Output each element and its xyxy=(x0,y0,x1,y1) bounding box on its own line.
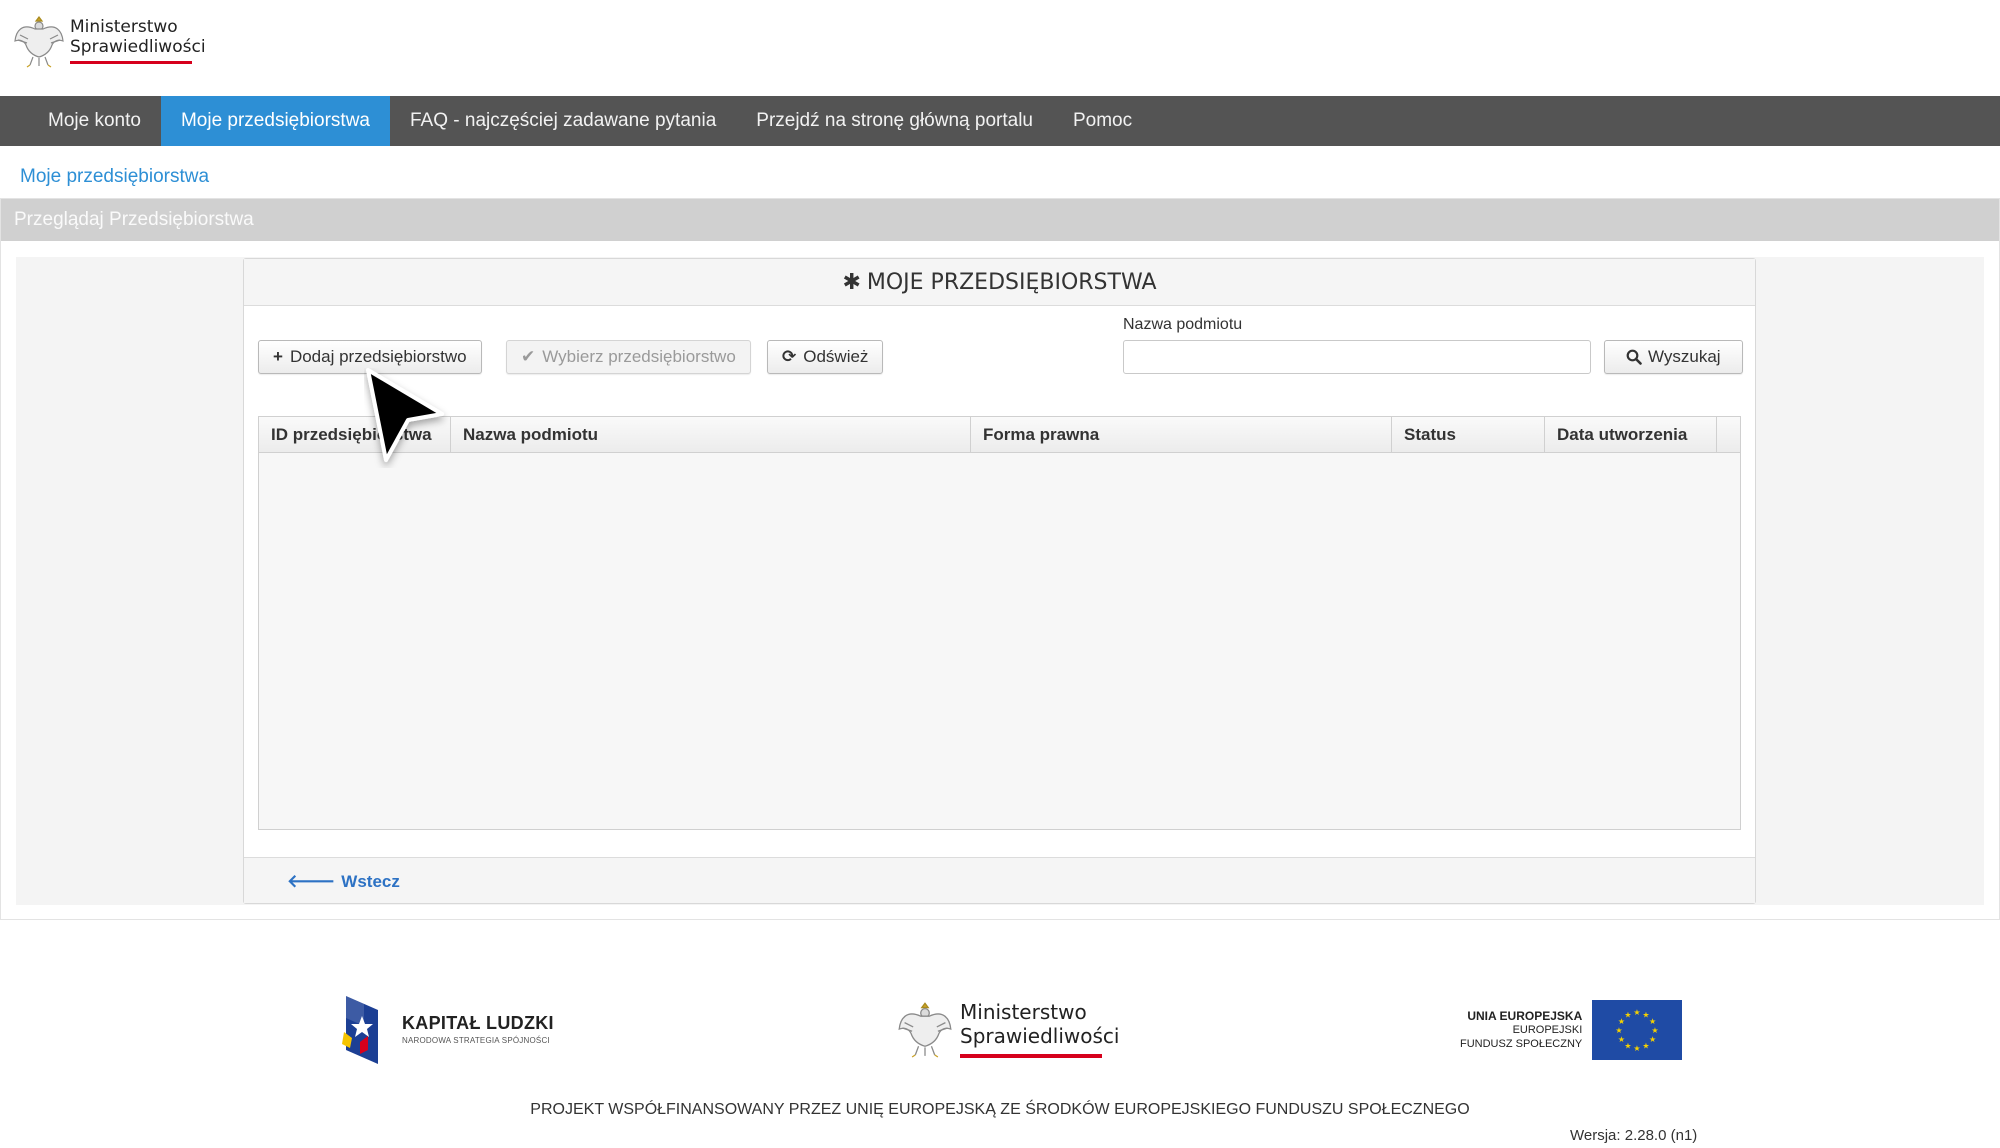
my-companies-title: MOJE PRZEDSIĘBIORSTWA xyxy=(866,270,1157,295)
logo-text-line2: Sprawiedliwości xyxy=(70,37,206,57)
ministry-footer-line2: Sprawiedliwości xyxy=(960,1024,1120,1048)
refresh-label: Odśwież xyxy=(803,347,869,366)
browse-panel-heading: Przeglądaj Przedsiębiorstwa xyxy=(1,199,1999,241)
companies-table: ID przedsiębiorstwa Nazwa podmiotu Forma… xyxy=(258,416,1741,830)
asterisk-icon: ✱ xyxy=(842,270,861,295)
plus-icon: + xyxy=(273,347,283,366)
eu-star-icon: ★ xyxy=(1643,1042,1650,1051)
select-company-button[interactable]: ✔ Wybierz przedsiębiorstwo xyxy=(506,340,751,374)
project-cofinancing-text: PROJEKT WSPÓŁFINANSOWANY PRZEZ UNIĘ EURO… xyxy=(530,1101,1470,1118)
nav-item-moje-przedsiebiorstwa[interactable]: Moje przedsiębiorstwa xyxy=(160,96,390,146)
search-button-label: Wyszukaj xyxy=(1648,347,1721,366)
eu-star-icon: ★ xyxy=(1634,1008,1641,1017)
eu-text-line3: FUNDUSZ SPOŁECZNY xyxy=(1460,1038,1583,1050)
ministry-logo[interactable]: Ministerstwo Sprawiedliwości xyxy=(12,11,206,69)
breadcrumb[interactable]: Moje przedsiębiorstwa xyxy=(20,166,209,188)
eu-star-icon: ★ xyxy=(1652,1026,1659,1035)
refresh-icon: ⟳ xyxy=(782,347,797,366)
my-companies-panel: ✱ MOJE PRZEDSIĘBIORSTWA + Dodaj przedsięb… xyxy=(243,258,1756,904)
eu-text-line2: EUROPEJSKI xyxy=(1512,1024,1583,1036)
kapital-ludzki-subtitle: NARODOWA STRATEGIA SPÓJNOŚCI xyxy=(402,1036,550,1045)
eagle-emblem-icon xyxy=(898,1002,952,1058)
page-header: Ministerstwo Sprawiedliwości xyxy=(0,0,2000,96)
ministry-footer-line1: Ministerstwo xyxy=(960,1000,1087,1024)
eu-flag-icon: ★★★★★★★★★ ★ ★★ xyxy=(1592,1000,1683,1060)
nav-item-pomoc[interactable]: Pomoc xyxy=(1053,96,1152,146)
back-link-label: Wstecz xyxy=(341,871,400,891)
column-header-status[interactable]: Status xyxy=(1392,417,1545,453)
kapital-ludzki-title: KAPITAŁ LUDZKI xyxy=(402,1013,554,1033)
ministry-footer-logo: Ministerstwo Sprawiedliwości xyxy=(896,994,1119,1062)
logo-underline xyxy=(70,61,192,64)
eu-star-icon: ★ xyxy=(1625,1042,1632,1051)
my-companies-heading: ✱ MOJE PRZEDSIĘBIORSTWA xyxy=(244,259,1755,306)
nav-item-moje-konto[interactable]: Moje konto xyxy=(0,96,161,146)
eu-logo: UNIA EUROPEJSKA EUROPEJSKI FUNDUSZ SPOŁE… xyxy=(1460,1000,1683,1060)
eagle-emblem-icon xyxy=(14,16,64,68)
refresh-button[interactable]: ⟳ Odśwież xyxy=(767,340,884,374)
eu-star-icon: ★ xyxy=(1649,1035,1656,1044)
logo-text-line1: Ministerstwo xyxy=(70,17,178,37)
mouse-cursor-icon xyxy=(366,368,444,462)
company-name-search-input[interactable] xyxy=(1123,340,1591,374)
nav-item-portal-home[interactable]: Przejdź na stronę główną portalu xyxy=(736,96,1053,146)
nav-item-faq[interactable]: FAQ - najczęściej zadawane pytania xyxy=(390,96,736,146)
eu-text-line1: UNIA EUROPEJSKA xyxy=(1467,1009,1583,1023)
table-header-row: ID przedsiębiorstwa Nazwa podmiotu Forma… xyxy=(259,417,1740,453)
kapital-ludzki-logo: KAPITAŁ LUDZKI NARODOWA STRATEGIA SPÓJNO… xyxy=(338,994,554,1064)
column-header-name[interactable]: Nazwa podmiotu xyxy=(451,417,971,453)
column-header-legal-form[interactable]: Forma prawna xyxy=(971,417,1392,453)
eu-star-icon: ★ xyxy=(1618,1035,1625,1044)
kapital-ludzki-emblem-icon xyxy=(342,996,378,1064)
select-company-label: Wybierz przedsiębiorstwo xyxy=(542,347,736,366)
eu-star-icon: ★ xyxy=(1634,1044,1641,1053)
eu-star-icon: ★ xyxy=(1616,1026,1623,1035)
eu-star-icon: ★ xyxy=(1625,1010,1632,1019)
arrow-left-icon: 🡐 xyxy=(287,871,336,891)
search-button[interactable]: Wyszukaj xyxy=(1604,340,1743,374)
column-header-filler xyxy=(1717,417,1740,453)
add-company-label: Dodaj przedsiębiorstwo xyxy=(289,347,467,366)
column-header-created-date[interactable]: Data utworzenia xyxy=(1545,417,1717,453)
eu-star-icon: ★ xyxy=(1649,1017,1656,1026)
ministry-footer-underline xyxy=(960,1054,1102,1058)
panel-footer: 🡐 Wstecz xyxy=(244,857,1755,903)
search-icon xyxy=(1626,349,1642,365)
back-link[interactable]: 🡐 Wstecz xyxy=(287,871,400,892)
search-label: Nazwa podmiotu xyxy=(1123,316,1243,333)
main-nav: Moje konto Moje przedsiębiorstwa FAQ - n… xyxy=(0,96,2000,146)
version-text: Wersja: 2.28.0 (n1) xyxy=(1570,1127,1698,1144)
check-icon: ✔ xyxy=(521,347,536,366)
